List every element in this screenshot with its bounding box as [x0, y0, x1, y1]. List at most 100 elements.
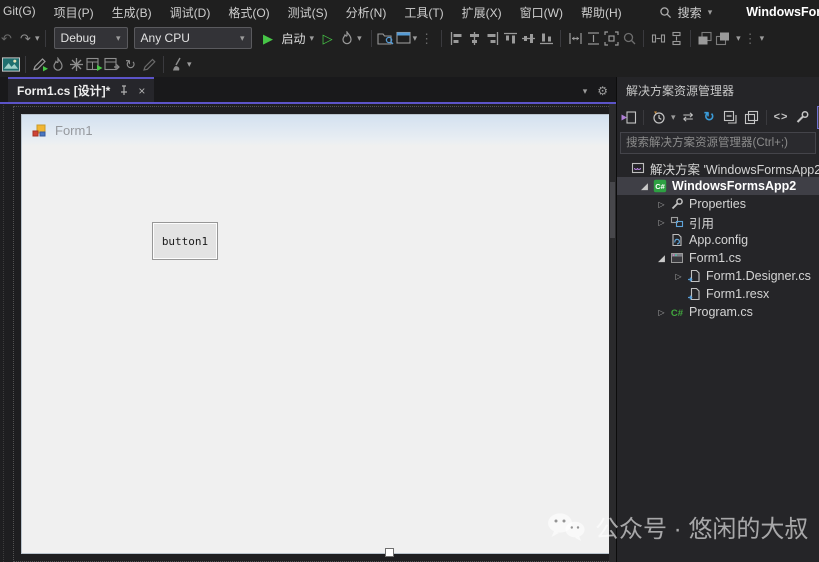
- expander-icon[interactable]: [655, 308, 668, 317]
- solution-explorer-toolbar: ▾ ⇄ ↻ <>: [617, 104, 819, 130]
- view-code-button[interactable]: <>: [773, 107, 790, 127]
- menu-item[interactable]: Git(G): [0, 4, 45, 21]
- tree-item-label: 解决方案 'WindowsFormsApp2' (1: [650, 162, 819, 177]
- align-centers-button[interactable]: [465, 29, 483, 47]
- table-arrow-button[interactable]: [103, 56, 121, 74]
- tab-form1-designer[interactable]: Form1.cs [设计]* ×: [8, 77, 155, 102]
- start-debug-button[interactable]: ▶ 启动 ▾: [255, 27, 319, 49]
- menu-item[interactable]: 项目(P): [45, 4, 103, 21]
- chevron-down-icon: ▾: [707, 6, 713, 17]
- menu-item[interactable]: 工具(T): [395, 4, 452, 21]
- make-same-width-button[interactable]: [566, 29, 584, 47]
- tree-item-label: Form1.resx: [706, 287, 770, 301]
- properties-button[interactable]: [794, 107, 811, 127]
- collapse-all-button[interactable]: [722, 107, 739, 127]
- menu-item[interactable]: 格式(O): [219, 4, 278, 21]
- tree-item-icon: C# C#: [668, 197, 686, 211]
- find-in-files-button[interactable]: [377, 29, 395, 47]
- tree-item-icon: C# C#: [668, 215, 686, 229]
- menu-item[interactable]: 生成(B): [103, 4, 161, 21]
- toolbar-grip-icon[interactable]: ⋮: [417, 32, 436, 45]
- menu-item[interactable]: 分析(N): [337, 4, 396, 21]
- gear-icon[interactable]: ⚙: [597, 84, 608, 98]
- apply-code-changes-button[interactable]: [31, 56, 49, 74]
- pen-disabled-button[interactable]: [140, 56, 158, 74]
- broom-button[interactable]: [169, 56, 187, 74]
- tree-row[interactable]: C# C# App.config: [617, 231, 819, 249]
- expander-icon[interactable]: [672, 272, 685, 281]
- expander-icon[interactable]: [655, 218, 668, 227]
- make-same-height-button[interactable]: [584, 29, 602, 47]
- zoom-button[interactable]: [620, 29, 638, 47]
- start-without-debug-button[interactable]: ▷: [318, 32, 337, 45]
- vertical-spacing-button[interactable]: [667, 29, 685, 47]
- expander-icon[interactable]: [655, 253, 668, 264]
- switch-views-button[interactable]: [620, 107, 637, 127]
- toolbar-options-chevron-icon[interactable]: ▾: [187, 59, 192, 70]
- align-rights-button[interactable]: [483, 29, 501, 47]
- refresh-icon[interactable]: ↻: [701, 107, 718, 127]
- menu-item[interactable]: 扩展(X): [453, 4, 511, 21]
- refresh-button[interactable]: ↻: [121, 58, 140, 71]
- search-menu-button[interactable]: 搜索 ▾: [651, 4, 721, 21]
- size-to-grid-button[interactable]: [602, 29, 620, 47]
- hot-reload-button[interactable]: ▾: [337, 27, 366, 49]
- tree-row[interactable]: C# C# Program.cs: [617, 303, 819, 321]
- pin-icon[interactable]: [119, 85, 129, 96]
- tree-item-icon: C# C#: [685, 269, 703, 283]
- designer-vertical-scrollbar[interactable]: [609, 104, 616, 562]
- tree-row[interactable]: C# C# Form1.Designer.cs: [617, 267, 819, 285]
- tree-row[interactable]: C# C# 引用: [617, 213, 819, 231]
- send-to-back-button[interactable]: [714, 29, 732, 47]
- bring-to-front-button[interactable]: [696, 29, 714, 47]
- scrollbar-thumb[interactable]: [610, 182, 615, 238]
- platform-select[interactable]: Any CPU ▾: [133, 27, 252, 49]
- document-list-chevron-icon[interactable]: ▾: [583, 86, 588, 97]
- design-form[interactable]: Form1 button1: [3, 104, 616, 562]
- form-resize-handle[interactable]: [385, 548, 394, 557]
- chevron-down-icon: ▾: [240, 32, 245, 43]
- expander-icon[interactable]: [638, 181, 651, 192]
- table-play-button[interactable]: [85, 56, 103, 74]
- align-lefts-button[interactable]: [447, 29, 465, 47]
- tree-row[interactable]: C# C# Properties: [617, 195, 819, 213]
- button1-control[interactable]: button1: [152, 222, 218, 260]
- tab-bar-controls: ▾ ⚙: [583, 84, 608, 98]
- align-tops-button[interactable]: [501, 29, 519, 47]
- designer-image-icon: [2, 56, 20, 74]
- solution-search-input[interactable]: [620, 132, 816, 154]
- svg-text:C#: C#: [671, 308, 684, 319]
- toolbar-options-chevron-icon[interactable]: ▾: [760, 33, 765, 44]
- align-middles-button[interactable]: [519, 29, 537, 47]
- menu-item[interactable]: 窗口(W): [511, 4, 572, 21]
- configuration-select[interactable]: Debug ▾: [53, 27, 128, 49]
- sync-with-active-document-button[interactable]: ⇄: [680, 107, 697, 127]
- main-menu: Git(G) 项目(P) 生成(B) 调试(D) 格式(O) 测试(S) 分析(N) 工具(T…: [0, 4, 631, 21]
- menu-item[interactable]: 帮助(H): [572, 4, 631, 21]
- menu-item[interactable]: 调试(D): [161, 4, 220, 21]
- form-title: Form1: [55, 123, 93, 138]
- redo-chevron-icon[interactable]: ▾: [35, 33, 40, 44]
- menu-item[interactable]: 测试(S): [279, 4, 337, 21]
- expander-icon[interactable]: [655, 200, 668, 209]
- preview-selected-items-button[interactable]: [743, 107, 760, 127]
- toolbar-grip-icon[interactable]: ⋮: [741, 32, 760, 45]
- forms-designer-surface[interactable]: Form1 button1: [0, 104, 616, 562]
- tree-row[interactable]: C# C# WindowsFormsApp2: [617, 177, 819, 195]
- tree-item-label: App.config: [689, 233, 749, 247]
- undo-button[interactable]: ↶: [0, 32, 16, 45]
- form-client-area[interactable]: button1: [22, 146, 612, 553]
- tree-item-icon: C# C#: [668, 233, 686, 247]
- view-designer-button[interactable]: [395, 29, 413, 47]
- tree-row[interactable]: C# C# Form1.cs: [617, 249, 819, 267]
- close-icon[interactable]: ×: [138, 84, 145, 98]
- tree-row[interactable]: C# C# Form1.resx: [617, 285, 819, 303]
- tree-row[interactable]: C# C# 解决方案 'WindowsFormsApp2' (1: [617, 159, 819, 177]
- pending-changes-clock-button[interactable]: [650, 107, 667, 127]
- chevron-down-icon[interactable]: ▾: [671, 112, 676, 123]
- burst-button[interactable]: [67, 56, 85, 74]
- hot-reload-fire-button[interactable]: [49, 56, 67, 74]
- align-bottoms-button[interactable]: [537, 29, 555, 47]
- redo-button[interactable]: ↷: [16, 32, 35, 45]
- horizontal-spacing-button[interactable]: [649, 29, 667, 47]
